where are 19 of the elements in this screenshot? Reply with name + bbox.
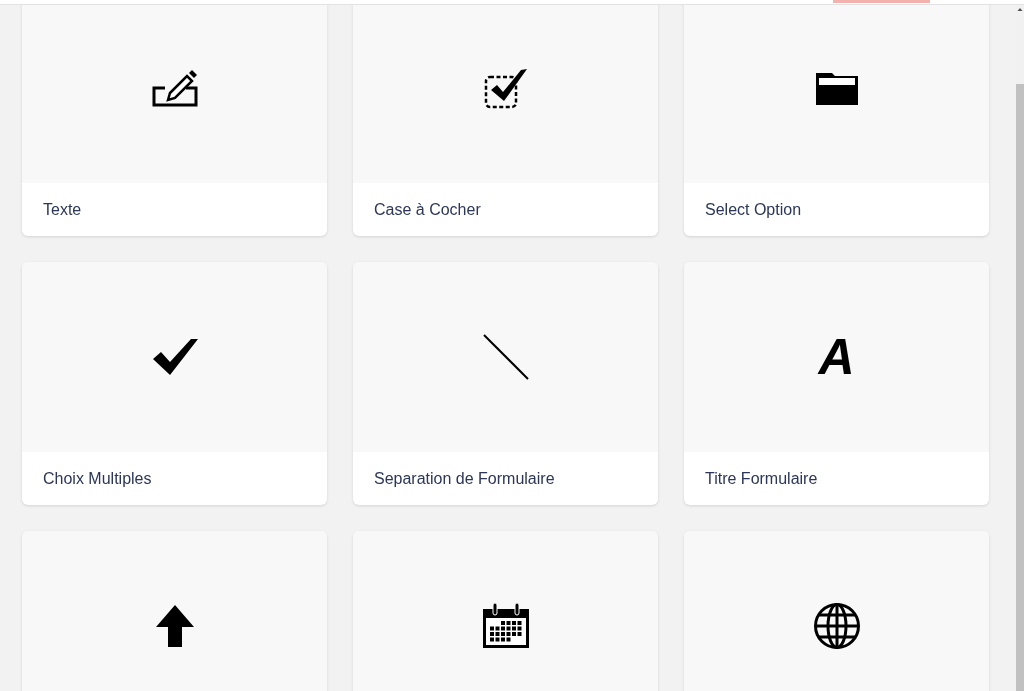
tile-card[interactable]: A Titre Formulaire — [684, 262, 989, 505]
button-edge[interactable] — [833, 0, 930, 3]
tile-label: Select Option — [705, 200, 802, 219]
tile-card[interactable]: Select Option — [684, 5, 989, 236]
diagonal-line-icon — [482, 334, 529, 380]
tile-label: Texte — [43, 200, 82, 219]
up-arrow-icon — [154, 604, 195, 648]
tile-card[interactable]: Case à Cocher — [353, 5, 658, 236]
tile-card[interactable]: Texte — [22, 5, 327, 236]
tile-label: Titre Formulaire — [705, 469, 818, 488]
tile-label: Separation de Formulaire — [374, 469, 555, 488]
tile-card[interactable]: Choix Multiples — [22, 262, 327, 505]
globe-icon — [812, 602, 861, 650]
tile-label: Choix Multiples — [43, 469, 152, 488]
tile-label: Case à Cocher — [374, 200, 481, 219]
tile-card[interactable]: Separation de Formulaire — [353, 262, 658, 505]
letter-icon: A — [818, 332, 855, 382]
checkbox-icon — [482, 66, 529, 110]
calendar-icon — [481, 603, 530, 649]
